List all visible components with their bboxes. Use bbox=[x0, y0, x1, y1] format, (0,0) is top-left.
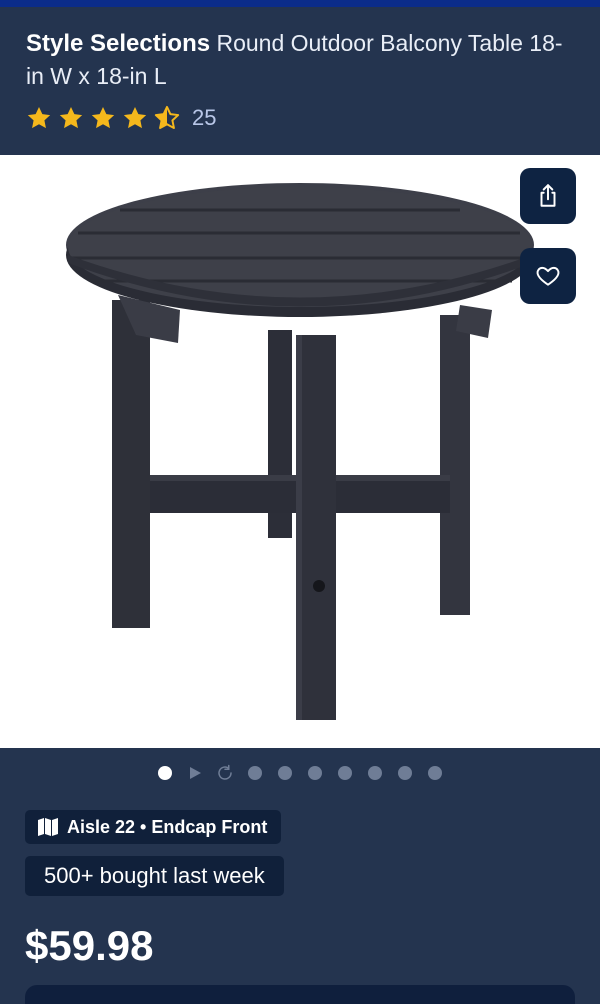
carousel-dot[interactable] bbox=[368, 766, 382, 780]
image-carousel-indicator[interactable] bbox=[0, 760, 600, 786]
rating-row[interactable]: 25 bbox=[26, 104, 574, 132]
star-icon bbox=[27, 106, 51, 129]
heart-icon bbox=[536, 266, 560, 286]
product-price: $59.98 bbox=[25, 922, 154, 969]
carousel-dot[interactable] bbox=[338, 766, 352, 780]
bottom-action-bar[interactable] bbox=[25, 985, 575, 1004]
carousel-dot[interactable] bbox=[308, 766, 322, 780]
map-icon bbox=[38, 818, 58, 836]
bought-last-week-label: 500+ bought last week bbox=[44, 863, 265, 888]
half-star-icon bbox=[154, 105, 180, 130]
top-accent-strip bbox=[0, 0, 600, 7]
carousel-dot[interactable] bbox=[398, 766, 412, 780]
share-button[interactable] bbox=[520, 168, 576, 224]
table-product-image bbox=[66, 183, 534, 720]
star-icon bbox=[91, 106, 115, 129]
share-icon bbox=[540, 184, 556, 207]
review-count[interactable]: 25 bbox=[192, 105, 216, 131]
bought-last-week-badge: 500+ bought last week bbox=[25, 856, 284, 896]
carousel-dot[interactable] bbox=[278, 766, 292, 780]
star-icon bbox=[59, 106, 83, 129]
product-header: Style Selections Round Outdoor Balcony T… bbox=[0, 7, 600, 155]
star-icon bbox=[123, 106, 147, 129]
aisle-location-label: Aisle 22 • Endcap Front bbox=[67, 816, 268, 837]
product-image[interactable] bbox=[0, 155, 600, 748]
carousel-dot-active[interactable] bbox=[158, 766, 172, 780]
aisle-location-chip[interactable]: Aisle 22 • Endcap Front bbox=[25, 810, 282, 844]
play-icon[interactable] bbox=[186, 764, 204, 782]
carousel-dot[interactable] bbox=[248, 766, 262, 780]
carousel-dot[interactable] bbox=[428, 766, 442, 780]
favorite-button[interactable] bbox=[520, 248, 576, 304]
rotate-icon[interactable] bbox=[216, 764, 234, 782]
product-brand: Style Selections bbox=[26, 30, 211, 57]
product-title: Style Selections Round Outdoor Balcony T… bbox=[26, 27, 574, 92]
